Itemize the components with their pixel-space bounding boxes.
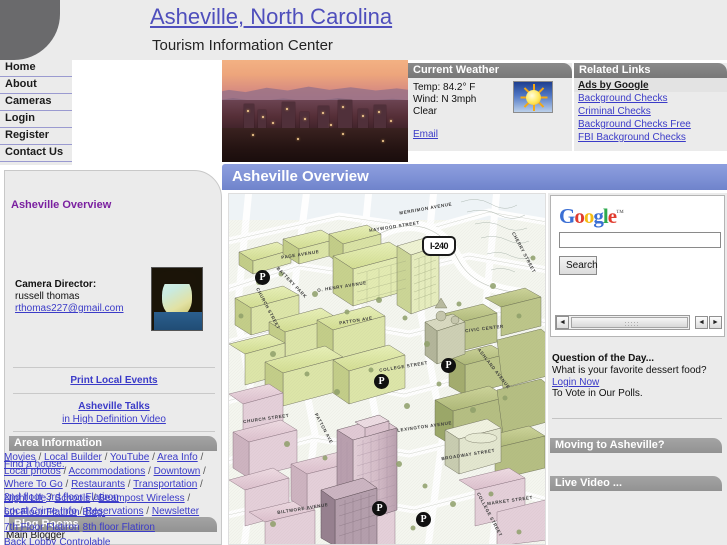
qotd-heading: Question of the Day... (552, 353, 655, 364)
area-link-youtube[interactable]: YouTube (110, 452, 149, 463)
camera-director-block: Camera Director: russell thomas rthomas2… (15, 279, 124, 314)
current-weather-panel: Current Weather Temp: 84.2° F Wind: N 3m… (408, 63, 572, 151)
live-video-links: 2nd floor 3rd floor Flatiron 6th Floor F… (4, 490, 179, 545)
asheville-talks-link[interactable]: Asheville Talks (5, 401, 223, 412)
video-link-back-lobby[interactable]: Back Lobby (4, 537, 56, 545)
parking-marker: P (416, 512, 431, 527)
area-link-downtown[interactable]: Downtown (154, 466, 201, 477)
video-link-8th-floor-flatiron[interactable]: 8th floor Flatiron (83, 522, 155, 533)
qotd-vote-text: To Vote in Our Polls. (552, 388, 643, 399)
google-logo-letter: o (574, 204, 584, 228)
high-definition-video-link[interactable]: in High Definition Video (5, 414, 223, 425)
ads-by-google-label[interactable]: Ads by Google (574, 78, 727, 92)
google-search-widget: Google™ Search ◄ ◄ ► (550, 195, 725, 337)
parking-marker: P (374, 374, 389, 389)
divider (13, 367, 215, 368)
ad-link-fbi-background-checks[interactable]: FBI Background Checks (574, 131, 727, 144)
qotd-login-link[interactable]: Login Now (552, 377, 724, 388)
divider (552, 418, 722, 419)
google-logo-letter: o (583, 204, 594, 228)
nav-item-cameras[interactable]: Cameras (0, 94, 72, 111)
weather-panel-title: Current Weather (408, 63, 572, 78)
divider (13, 393, 215, 394)
scroll-left-arrow-icon[interactable]: ◄ (556, 316, 569, 329)
related-links-title: Related Links (574, 63, 727, 78)
google-search-input[interactable] (559, 232, 721, 248)
area-link-where-to-go[interactable]: Where To Go (4, 479, 63, 490)
scrollbar-grip-icon (624, 321, 638, 327)
video-link-7th-floor-flatiron[interactable]: 7th Floor Flatiron (4, 522, 80, 533)
camera-director-avatar (151, 267, 203, 331)
video-link-6th-floor-flatiron-bldg-[interactable]: 6th Floor Flatiron Bldg. (4, 507, 105, 518)
sun-icon (513, 81, 553, 113)
area-link-area-info[interactable]: Area Info (157, 452, 198, 463)
page-header: Asheville, North Carolina Tourism Inform… (0, 0, 727, 60)
nav-item-contact-us[interactable]: Contact Us (0, 145, 72, 162)
scrollbar-track[interactable]: ◄ (555, 315, 690, 330)
nav-item-home[interactable]: Home (0, 60, 72, 77)
scroll-left-arrow-icon-outer[interactable]: ◄ (695, 316, 708, 329)
moving-to-asheville-heading: Moving to Asheville? (550, 438, 722, 453)
divider (13, 431, 215, 432)
ad-link-background-checks[interactable]: Background Checks (574, 92, 727, 105)
primary-navigation: Home About Cameras Login Register Contac… (0, 60, 72, 165)
parking-marker: P (372, 501, 387, 516)
parking-marker: P (255, 270, 270, 285)
area-link-accommodations[interactable]: Accommodations (69, 466, 146, 477)
weather-email-link[interactable]: Email (413, 129, 438, 140)
area-information-heading: Area Information (9, 436, 217, 451)
nav-item-register[interactable]: Register (0, 128, 72, 145)
site-subtitle: Tourism Information Center (152, 37, 333, 54)
page-root: Asheville, North Carolina Tourism Inform… (0, 0, 727, 545)
question-of-the-day-block: Question of the Day... What is your favo… (552, 353, 724, 399)
nav-item-login[interactable]: Login (0, 111, 72, 128)
site-title-link[interactable]: Asheville, North Carolina (150, 4, 392, 30)
scrollbar-thumb[interactable] (571, 317, 688, 328)
ad-link-criminal-checks[interactable]: Criminal Checks (574, 105, 727, 118)
related-links-panel: Related Links Ads by Google Background C… (574, 63, 727, 151)
parking-marker: P (441, 358, 456, 373)
google-search-button[interactable]: Search (559, 256, 598, 275)
print-local-events-link[interactable]: Print Local Events (5, 375, 223, 386)
overview-heading: Asheville Overview (11, 199, 112, 211)
google-logo: Google™ (559, 204, 624, 229)
camera-director-name: russell thomas (15, 291, 80, 302)
highway-shield-i240: I-240 (422, 236, 456, 256)
main-content-title: Asheville Overview (222, 164, 727, 190)
google-logo-letter: G (559, 204, 575, 228)
widget-horizontal-scrollbar[interactable]: ◄ ◄ ► (555, 315, 722, 330)
live-video-heading: Live Video ... (550, 476, 722, 491)
video-link-3rd-floor-flatiron[interactable]: 3rd floor Flatiron (46, 492, 119, 503)
video-link-controlable[interactable]: Controlable (59, 537, 110, 545)
google-trademark: ™ (616, 208, 624, 217)
find-a-house-link[interactable]: Find a house. (4, 459, 65, 470)
camera-director-label: Camera Director: (15, 279, 97, 290)
ad-link-background-checks-free[interactable]: Background Checks Free (574, 118, 727, 131)
video-link-2nd-floor[interactable]: 2nd floor (4, 492, 43, 503)
downtown-asheville-map[interactable]: I-240 P P P P P P P P MERRIMON AVENUE CH… (228, 193, 546, 545)
foreground-trees (222, 128, 408, 162)
google-logo-letter: e (607, 204, 617, 228)
area-link-restaurants[interactable]: Restaurants (71, 479, 125, 490)
city-skyline-photo (222, 60, 408, 162)
camera-director-email-link[interactable]: rthomas227@gmail.com (15, 303, 124, 314)
right-sidebar: Google™ Search ◄ ◄ ► Question of the Day… (548, 193, 727, 545)
header-logo-block (0, 0, 60, 60)
nav-item-about[interactable]: About (0, 77, 72, 94)
scroll-right-arrow-icon[interactable]: ► (709, 316, 722, 329)
area-link-transportation[interactable]: Transportation (133, 479, 197, 490)
google-logo-letter: g (593, 204, 603, 228)
qotd-question: What is your favorite dessert food? (552, 365, 707, 376)
